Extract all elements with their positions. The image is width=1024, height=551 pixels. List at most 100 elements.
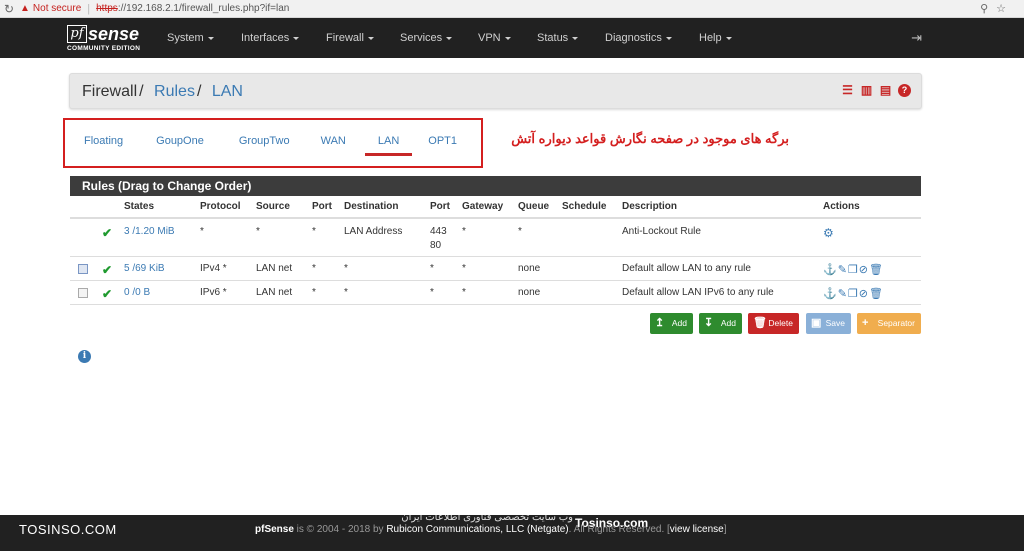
add-top-label: Add <box>671 318 687 328</box>
view-license-link[interactable]: view license <box>670 524 724 535</box>
menu-services[interactable]: Services <box>400 18 453 58</box>
row-destination: * <box>340 256 426 281</box>
bar-chart-icon[interactable]: ▥ <box>860 84 873 97</box>
delete-button[interactable]: 🗑 Delete <box>748 313 799 334</box>
watermark-persian: وب سایت تخصصی فناوری اطلاعات ایران <box>401 512 573 523</box>
menu-firewall[interactable]: Firewall <box>326 18 374 58</box>
row-description: Default allow LAN to any rule <box>618 256 819 281</box>
bookmark-star-icon[interactable]: ☆ <box>996 3 1014 15</box>
pfsense-logo[interactable]: pf sense COMMUNITY EDITION <box>67 24 147 54</box>
chevron-down-icon <box>207 36 214 40</box>
col-gateway: Gateway <box>458 196 514 219</box>
rules-panel: Rules (Drag to Change Order) States Prot… <box>70 176 921 306</box>
col-source: Source <box>252 196 308 219</box>
sliders-icon[interactable]: ☰ <box>841 84 854 97</box>
chevron-down-icon <box>572 36 579 40</box>
zoom-icon[interactable]: ⚲ <box>980 3 996 15</box>
chevron-down-icon <box>446 36 453 40</box>
table-row[interactable]: ✔ 5 /69 KiB IPv4 * LAN net * * * * none … <box>70 256 921 281</box>
logout-icon[interactable]: ⇥ <box>911 30 922 46</box>
col-queue: Queue <box>514 196 558 219</box>
menu-system[interactable]: System <box>167 18 214 58</box>
row-protocol: IPv4 * <box>196 256 252 281</box>
chevron-down-icon <box>665 36 672 40</box>
copy-icon[interactable]: ❐ <box>848 264 859 276</box>
row-actions: ⚙ <box>819 218 921 257</box>
breadcrumb-rules-link[interactable]: Rules <box>154 83 195 100</box>
check-icon: ✔ <box>102 262 113 277</box>
gear-icon[interactable]: ⚙ <box>823 226 834 240</box>
row-source-port: * <box>308 256 340 281</box>
trash-icon[interactable]: 🗑 <box>869 264 884 276</box>
breadcrumb-lan-link[interactable]: LAN <box>212 83 243 100</box>
row-queue: none <box>514 256 558 281</box>
separator-button[interactable]: + Separator <box>857 313 921 334</box>
table-row[interactable]: ✔ 3 /1.20 MiB * * * LAN Address 443 80 * … <box>70 218 921 257</box>
footer: TOSINSO.COM وب سایت تخصصی فناوری اطلاعات… <box>0 512 1024 551</box>
browser-actions: ⚲☆ <box>980 2 1014 15</box>
chevron-down-icon <box>293 36 300 40</box>
pencil-icon[interactable]: ✎ <box>838 288 848 300</box>
add-bottom-label: Add <box>720 318 736 328</box>
info-icon[interactable]: i <box>78 350 91 363</box>
menu-status[interactable]: Status <box>537 18 579 58</box>
add-bottom-button[interactable]: ↧ Add <box>699 313 742 334</box>
trash-icon[interactable]: 🗑 <box>869 288 884 300</box>
save-button[interactable]: ▣ Save <box>806 313 851 334</box>
menu-services-label: Services <box>400 32 443 44</box>
add-top-button[interactable]: ↥ Add <box>650 313 693 334</box>
url-text[interactable]: ://192.168.2.1/firewall_rules.php?if=lan <box>118 3 290 14</box>
reload-icon[interactable]: ↻ <box>0 2 18 16</box>
row-checkbox[interactable] <box>78 287 88 298</box>
table-row[interactable]: ✔ 0 /0 B IPv6 * LAN net * * * * none Def… <box>70 280 921 305</box>
row-schedule <box>558 280 618 305</box>
breadcrumb-panel: Firewall / Rules / LAN ☰ ▥ ▤ ? <box>69 73 922 109</box>
menu-system-label: System <box>167 32 204 44</box>
footer-company-link[interactable]: Rubicon Communications, LLC (Netgate) <box>386 524 568 535</box>
rules-table: States Protocol Source Port Destination … <box>70 196 921 305</box>
row-dest-port: * <box>426 256 458 281</box>
row-protocol: * <box>196 218 252 257</box>
help-icon[interactable]: ? <box>898 84 911 97</box>
row-select <box>70 280 98 305</box>
arrow-up-icon: ↥ <box>655 317 665 329</box>
pencil-icon[interactable]: ✎ <box>838 264 848 276</box>
row-checkbox[interactable] <box>78 263 88 274</box>
breadcrumb-root: Firewall <box>82 83 138 100</box>
menu-interfaces[interactable]: Interfaces <box>241 18 300 58</box>
row-dest-port: 443 80 <box>426 218 458 257</box>
anchor-icon[interactable]: ⚓ <box>823 264 838 276</box>
url-protocol[interactable]: https <box>96 3 118 14</box>
save-label: Save <box>825 318 845 328</box>
row-source: LAN net <box>252 256 308 281</box>
disable-icon[interactable]: ⊘ <box>859 288 869 300</box>
not-secure-label[interactable]: Not secure <box>33 3 81 14</box>
chevron-down-icon <box>504 36 511 40</box>
logo-mark: pf <box>67 25 87 43</box>
warning-icon: ▲ <box>20 3 30 14</box>
menu-vpn[interactable]: VPN <box>478 18 511 58</box>
log-list-icon[interactable]: ▤ <box>879 84 892 97</box>
disable-icon[interactable]: ⊘ <box>859 264 869 276</box>
row-states[interactable]: 5 /69 KiB <box>120 256 196 281</box>
plus-icon: + <box>862 317 869 329</box>
row-states[interactable]: 3 /1.20 MiB <box>120 218 196 257</box>
address-divider: | <box>87 2 91 15</box>
row-select-empty <box>70 218 98 257</box>
row-source: * <box>252 218 308 257</box>
row-gateway: * <box>458 280 514 305</box>
check-icon: ✔ <box>102 226 113 240</box>
row-states[interactable]: 0 /0 B <box>120 280 196 305</box>
col-actions: Actions <box>819 196 921 219</box>
breadcrumb-separator: / <box>196 83 202 100</box>
check-icon: ✔ <box>102 286 113 301</box>
menu-diagnostics[interactable]: Diagnostics <box>605 18 672 58</box>
footer-product: pfSense <box>255 524 294 535</box>
chevron-down-icon <box>367 36 374 40</box>
logo-edition: COMMUNITY EDITION <box>67 45 141 52</box>
footer-rights: . All Rights Reserved. [ <box>568 524 670 535</box>
copy-icon[interactable]: ❐ <box>848 288 859 300</box>
row-description: Anti-Lockout Rule <box>618 218 819 257</box>
menu-help[interactable]: Help <box>699 18 732 58</box>
anchor-icon[interactable]: ⚓ <box>823 288 838 300</box>
